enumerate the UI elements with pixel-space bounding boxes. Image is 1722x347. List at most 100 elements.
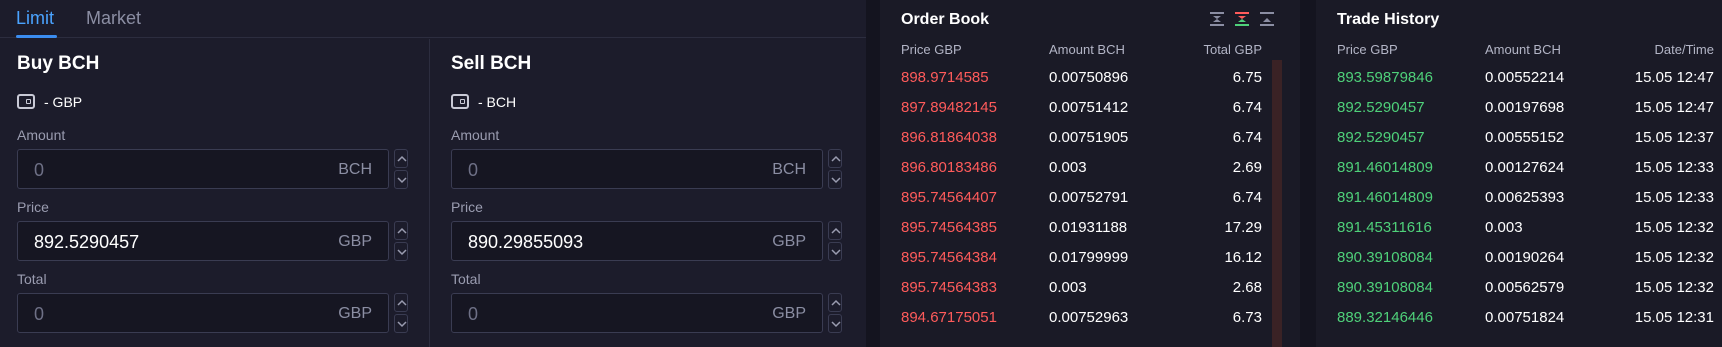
ask-amount: 0.01931188 bbox=[1049, 219, 1128, 236]
trade-history-row: 891.45311616 0.003 15.05 12:32 bbox=[1316, 212, 1722, 242]
chevron-down-icon bbox=[831, 177, 841, 184]
buy-price-label: Price bbox=[17, 199, 49, 215]
sell-amount-placeholder: 0 bbox=[468, 160, 479, 180]
wallet-icon bbox=[451, 94, 469, 109]
chevron-down-icon bbox=[831, 249, 841, 256]
buy-amount-input[interactable]: 0 BCH bbox=[17, 149, 389, 189]
buy-total-decrement-button[interactable] bbox=[394, 314, 408, 333]
order-book-header-total: Total GBP bbox=[1203, 42, 1262, 57]
ask-price: 896.81864038 bbox=[901, 129, 997, 146]
sell-total-decrement-button[interactable] bbox=[828, 314, 842, 333]
trade-datetime: 15.05 12:33 bbox=[1634, 159, 1714, 176]
sell-amount-decrement-button[interactable] bbox=[828, 170, 842, 189]
ask-total: 2.69 bbox=[1232, 159, 1262, 176]
buy-amount-decrement-button[interactable] bbox=[394, 170, 408, 189]
order-book-row[interactable]: 896.81864038 0.00751905 6.74 bbox=[880, 122, 1300, 152]
order-book-row[interactable]: 896.80183486 0.003 2.69 bbox=[880, 152, 1300, 182]
order-book-view-toggles bbox=[1208, 10, 1276, 28]
chevron-up-icon bbox=[831, 155, 841, 162]
sell-title: Sell BCH bbox=[451, 53, 532, 74]
buy-amount-unit: BCH bbox=[338, 161, 372, 178]
chevron-down-icon bbox=[831, 321, 841, 328]
ask-amount: 0.00750896 bbox=[1049, 69, 1129, 86]
trade-datetime: 15.05 12:33 bbox=[1634, 189, 1714, 206]
order-book-header-amount: Amount BCH bbox=[1049, 42, 1125, 57]
sell-form: Sell BCH - BCH Amount 0 BCH Price 890.29… bbox=[434, 39, 854, 347]
ask-amount: 0.003 bbox=[1049, 279, 1087, 296]
ask-total: 16.12 bbox=[1224, 249, 1262, 266]
buy-total-increment-button[interactable] bbox=[394, 293, 408, 312]
chevron-down-icon bbox=[397, 177, 407, 184]
trade-price: 891.45311616 bbox=[1337, 219, 1432, 236]
buy-total-label: Total bbox=[17, 271, 47, 287]
both-sides-icon[interactable] bbox=[1208, 10, 1226, 28]
buy-total-input[interactable]: 0 GBP bbox=[17, 293, 389, 333]
trade-datetime: 15.05 12:47 bbox=[1634, 99, 1714, 116]
trade-amount: 0.00625393 bbox=[1485, 189, 1565, 206]
chevron-up-icon bbox=[397, 155, 407, 162]
buy-price-increment-button[interactable] bbox=[394, 221, 408, 240]
chevron-down-icon bbox=[397, 321, 407, 328]
buy-wallet-text: - GBP bbox=[44, 94, 83, 110]
sell-price-increment-button[interactable] bbox=[828, 221, 842, 240]
trade-amount: 0.00552214 bbox=[1485, 69, 1565, 86]
ask-amount: 0.00752963 bbox=[1049, 309, 1129, 326]
sell-total-stepper bbox=[828, 293, 842, 333]
buy-price-input[interactable]: 892.5290457 GBP bbox=[17, 221, 389, 261]
trade-datetime: 15.05 12:32 bbox=[1634, 279, 1714, 296]
trade-history-row: 890.39108084 0.00562579 15.05 12:32 bbox=[1316, 272, 1722, 302]
wallet-icon bbox=[17, 94, 35, 109]
order-book-row[interactable]: 898.9714585 0.00750896 6.75 bbox=[880, 62, 1300, 92]
chevron-up-icon bbox=[831, 227, 841, 234]
trade-price: 892.5290457 bbox=[1337, 129, 1425, 146]
sell-price-unit: GBP bbox=[772, 233, 806, 250]
order-book-row[interactable]: 895.74564407 0.00752791 6.74 bbox=[880, 182, 1300, 212]
buy-price-value: 892.5290457 bbox=[34, 232, 140, 252]
sell-total-increment-button[interactable] bbox=[828, 293, 842, 312]
order-form-panel: Limit Market Buy BCH - GBP Amount 0 BCH bbox=[0, 0, 866, 347]
chevron-down-icon bbox=[397, 249, 407, 256]
buy-price-stepper bbox=[394, 221, 408, 261]
chevron-up-icon bbox=[831, 299, 841, 306]
bids-view-icon[interactable] bbox=[1258, 10, 1276, 28]
buy-total-placeholder: 0 bbox=[34, 304, 45, 324]
trade-price: 891.46014809 bbox=[1337, 189, 1433, 206]
chevron-up-icon bbox=[397, 227, 407, 234]
trade-price: 890.39108084 bbox=[1337, 249, 1433, 266]
sell-price-value: 890.29855093 bbox=[468, 232, 584, 252]
trade-history-title: Trade History bbox=[1337, 11, 1440, 28]
ask-price: 894.67175051 bbox=[901, 309, 997, 326]
sell-price-label: Price bbox=[451, 199, 483, 215]
order-book-row[interactable]: 895.74564384 0.01799999 16.12 bbox=[880, 242, 1300, 272]
order-book-rows: 898.9714585 0.00750896 6.75 897.89482145 0.0… bbox=[880, 62, 1300, 332]
tab-limit[interactable]: Limit bbox=[16, 8, 54, 29]
ask-price: 896.80183486 bbox=[901, 159, 997, 176]
buy-amount-increment-button[interactable] bbox=[394, 149, 408, 168]
sell-amount-increment-button[interactable] bbox=[828, 149, 842, 168]
sell-price-decrement-button[interactable] bbox=[828, 242, 842, 261]
order-book-row[interactable]: 897.89482145 0.00751412 6.74 bbox=[880, 92, 1300, 122]
order-book-row[interactable]: 894.67175051 0.00752963 6.73 bbox=[880, 302, 1300, 332]
ask-amount: 0.00752791 bbox=[1049, 189, 1129, 206]
sell-price-input[interactable]: 890.29855093 GBP bbox=[451, 221, 823, 261]
order-book-panel: Order Book Price GBP Amount BCH Total GB… bbox=[880, 0, 1300, 347]
active-tab-indicator bbox=[16, 35, 57, 38]
trade-history-row: 892.5290457 0.00197698 15.05 12:47 bbox=[1316, 92, 1722, 122]
ask-total: 6.74 bbox=[1232, 129, 1262, 146]
order-book-title: Order Book bbox=[901, 11, 990, 28]
ask-total: 6.75 bbox=[1232, 69, 1262, 86]
order-book-row[interactable]: 895.74564385 0.01931188 17.29 bbox=[880, 212, 1300, 242]
ask-price: 895.74564407 bbox=[901, 189, 997, 206]
buy-amount-placeholder: 0 bbox=[34, 160, 45, 180]
ask-total: 2.68 bbox=[1232, 279, 1262, 296]
asks-view-icon[interactable] bbox=[1233, 10, 1251, 28]
trade-history-header-datetime: Date/Time bbox=[1654, 42, 1714, 57]
trade-history-panel: Trade History Price GBP Amount BCH Date/… bbox=[1316, 0, 1722, 347]
sell-total-placeholder: 0 bbox=[468, 304, 479, 324]
sell-total-input[interactable]: 0 GBP bbox=[451, 293, 823, 333]
tab-market[interactable]: Market bbox=[86, 8, 141, 29]
buy-price-decrement-button[interactable] bbox=[394, 242, 408, 261]
sell-amount-input[interactable]: 0 BCH bbox=[451, 149, 823, 189]
trade-datetime: 15.05 12:32 bbox=[1634, 249, 1714, 266]
order-book-row[interactable]: 895.74564383 0.003 2.68 bbox=[880, 272, 1300, 302]
